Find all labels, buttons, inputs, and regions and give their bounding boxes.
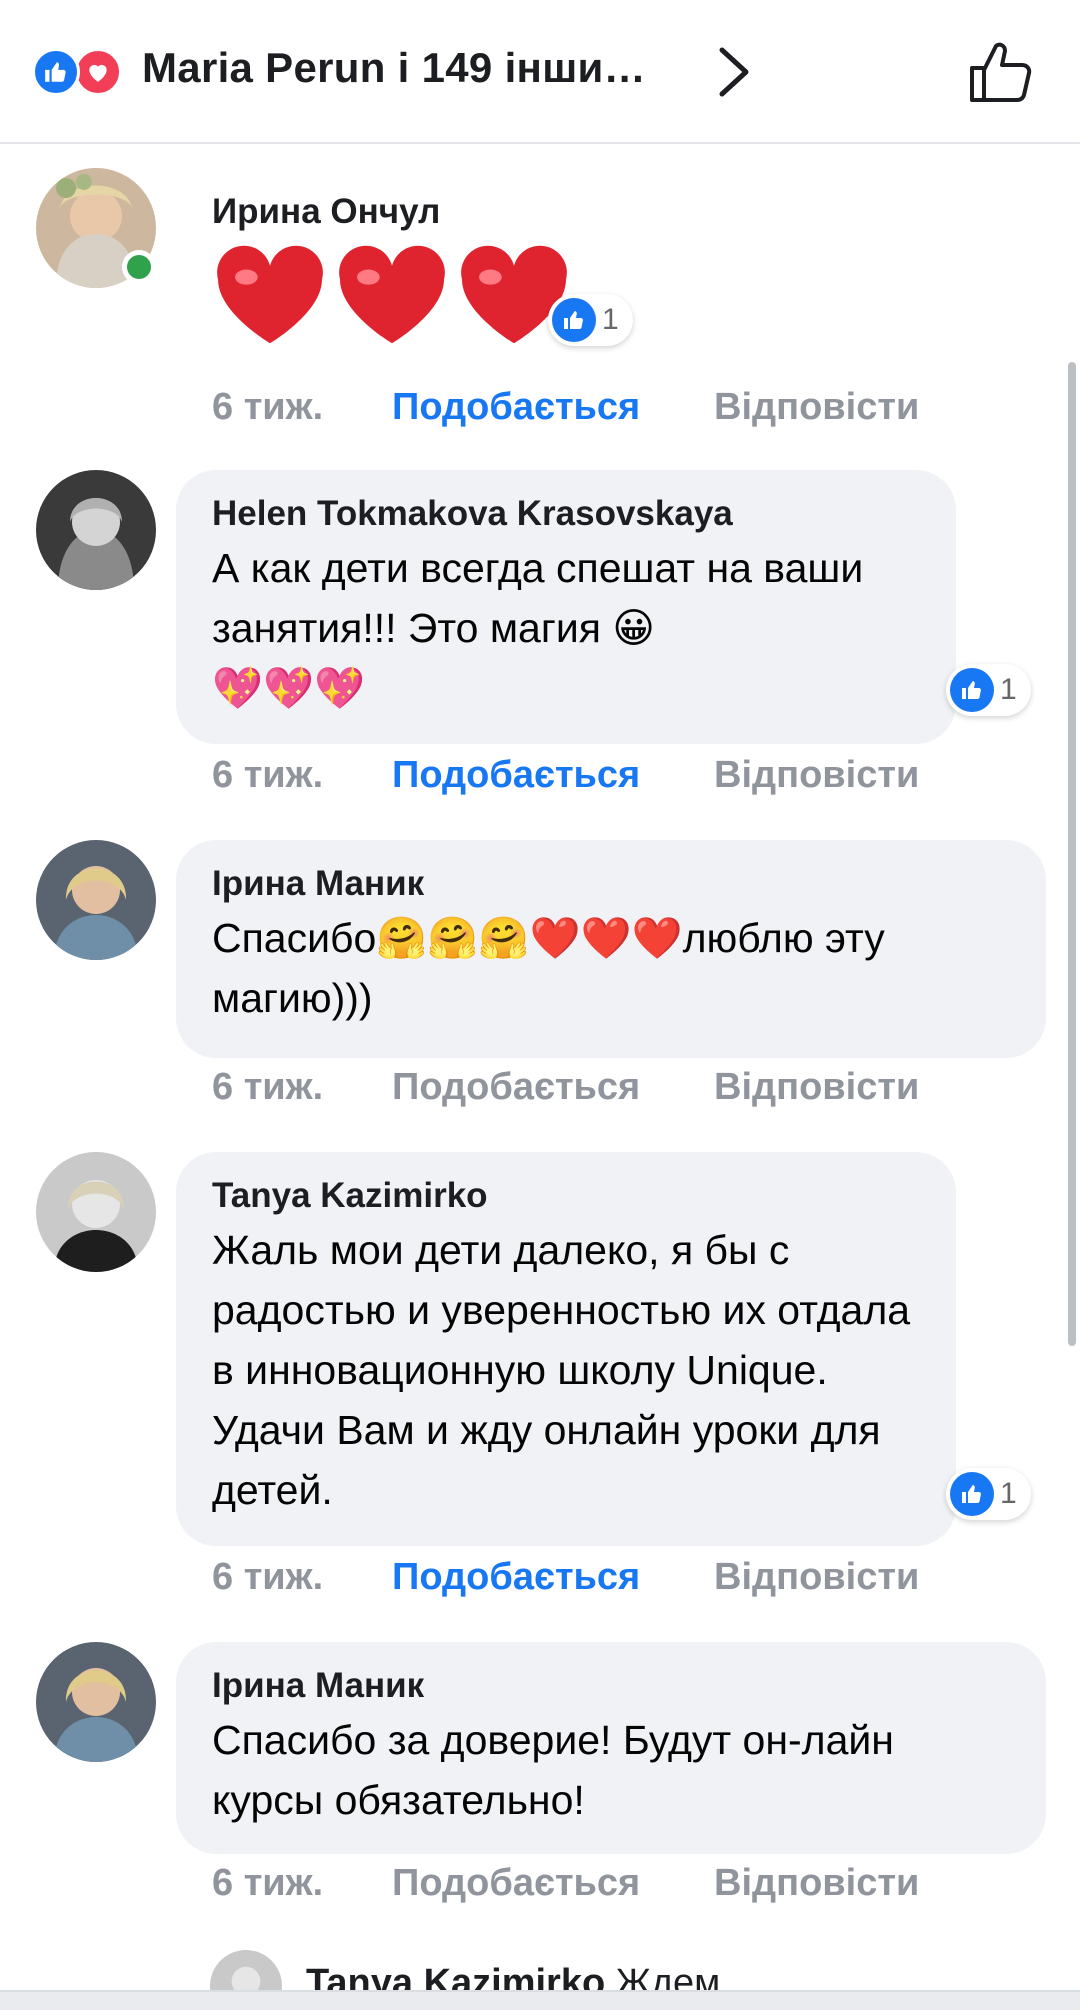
reply-button[interactable]: Відповісти [714, 1556, 919, 1599]
comment-actions: 6 тиж. Подобається Відповісти [212, 1066, 919, 1109]
like-button[interactable]: Подобається [392, 754, 714, 797]
comment-text: Спасибо🤗🤗🤗❤️❤️❤️люблю эту магию))) [212, 915, 885, 1021]
avatar[interactable] [36, 470, 156, 590]
love-icon [74, 48, 122, 96]
comment-time[interactable]: 6 тиж. [212, 1066, 392, 1109]
comment-text: А как дети всегда спешат на ваши занятия… [212, 545, 864, 651]
comment-bubble[interactable]: Ірина Маник Спасибо за доверие! Будут он… [176, 1642, 1046, 1854]
like-icon [32, 48, 80, 96]
comment-actions: 6 тиж. Подобається Відповісти [212, 1556, 919, 1599]
comments-screen: Maria Perun і 149 інши… Ирина Ончул 1 6 … [0, 0, 1080, 2010]
reply-button[interactable]: Відповісти [714, 386, 919, 429]
comment-text: Жаль мои дети далеко, я бы с радостью и … [212, 1227, 911, 1513]
comment-time[interactable]: 6 тиж. [212, 386, 392, 429]
reaction-count: 1 [1000, 673, 1017, 706]
reaction-count-pill[interactable]: 1 [946, 664, 1031, 716]
comment-bubble[interactable]: Tanya Kazimirko Жаль мои дети далеко, я … [176, 1152, 956, 1546]
comment-time[interactable]: 6 тиж. [212, 1556, 392, 1599]
scrollbar[interactable] [1068, 362, 1076, 1346]
like-button[interactable]: Подобається [392, 386, 714, 429]
like-icon [950, 668, 994, 712]
comment-bubble[interactable]: Helen Tokmakova Krasovskaya А как дети в… [176, 470, 956, 744]
reactions-title[interactable]: Maria Perun і 149 інши… [142, 44, 646, 92]
comment-actions: 6 тиж. Подобається Відповісти [212, 386, 919, 429]
reply-button[interactable]: Відповісти [714, 1066, 919, 1109]
reaction-count-pill[interactable]: 1 [946, 1468, 1031, 1520]
reply-button[interactable]: Відповісти [714, 754, 919, 797]
chevron-right-icon[interactable] [716, 44, 752, 100]
comment-time[interactable]: 6 тиж. [212, 1862, 392, 1905]
comment-actions: 6 тиж. Подобається Відповісти [212, 754, 919, 797]
heart-emoji [217, 245, 323, 344]
comment-text: Спасибо за доверие! Будут он-лайн курсы … [212, 1717, 894, 1823]
reply-button[interactable]: Відповісти [714, 1862, 919, 1905]
avatar[interactable] [36, 840, 156, 960]
heart-emoji [339, 245, 445, 344]
comment-author[interactable]: Ірина Маник [212, 860, 1010, 908]
comment-author[interactable]: Ірина Маник [212, 1662, 1010, 1710]
avatar[interactable] [36, 1152, 156, 1272]
like-icon [552, 298, 596, 342]
comment-author[interactable]: Tanya Kazimirko [212, 1172, 920, 1220]
like-button[interactable]: Подобається [392, 1862, 714, 1905]
reaction-summary[interactable] [32, 48, 132, 96]
online-status-dot [122, 250, 156, 284]
comment-bubble[interactable]: Ирина Ончул [176, 168, 776, 366]
comment-actions: 6 тиж. Подобається Відповісти [212, 1862, 919, 1905]
large-hearts [212, 244, 740, 348]
comment-author[interactable]: Helen Tokmakova Krasovskaya [212, 490, 920, 538]
comment-time[interactable]: 6 тиж. [212, 754, 392, 797]
reactions-header[interactable]: Maria Perun і 149 інши… [0, 0, 1080, 144]
reaction-count: 1 [1000, 1477, 1017, 1510]
comment-author[interactable]: Ирина Ончул [212, 188, 740, 236]
comment-emoji: 💖💖💖 [212, 665, 366, 711]
comment-composer-edge[interactable] [0, 1990, 1080, 2010]
like-button[interactable]: Подобається [392, 1066, 714, 1109]
like-button[interactable]: Подобається [392, 1556, 714, 1599]
comment-bubble[interactable]: Ірина Маник Спасибо🤗🤗🤗❤️❤️❤️люблю эту ма… [176, 840, 1046, 1058]
reaction-count: 1 [602, 303, 619, 336]
avatar[interactable] [36, 1642, 156, 1762]
reaction-count-pill[interactable]: 1 [548, 294, 633, 346]
like-icon [950, 1472, 994, 1516]
like-outline-icon[interactable] [966, 38, 1034, 106]
